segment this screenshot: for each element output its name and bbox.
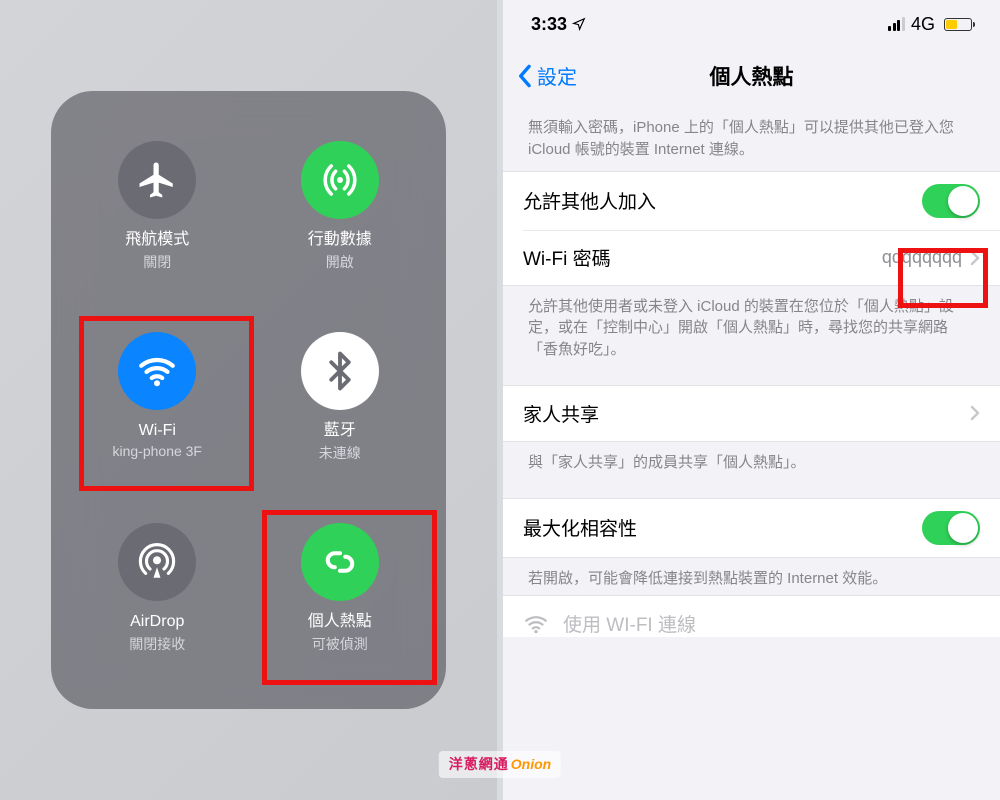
hotspot-label: 個人熱點 — [308, 612, 372, 632]
wifi-icon — [523, 611, 549, 637]
connectivity-card: 飛航模式 關閉 行動數據 開啟 Wi-Fi king-phone 3F — [51, 91, 446, 709]
airdrop-status: 關閉接收 — [129, 634, 185, 654]
bluetooth-icon — [301, 332, 379, 410]
wifi-status: king-phone 3F — [112, 443, 202, 459]
airdrop-toggle[interactable]: AirDrop 關閉接收 — [81, 523, 234, 654]
compat-group: 最大化相容性 — [503, 498, 1000, 558]
status-network: 4G — [911, 14, 935, 35]
airplane-mode-toggle[interactable]: 飛航模式 關閉 — [81, 141, 234, 272]
max-compat-toggle[interactable] — [922, 511, 980, 545]
status-time: 3:33 — [531, 14, 567, 35]
watermark-en: Onion — [511, 756, 551, 772]
wifi-connect-label: 使用 WI-FI 連線 — [563, 610, 696, 637]
page-title: 個人熱點 — [503, 61, 1000, 91]
wifi-label: Wi-Fi — [139, 421, 176, 441]
airplane-label: 飛航模式 — [125, 230, 189, 250]
status-bar: 3:33 4G — [503, 0, 1000, 48]
airdrop-icon — [118, 523, 196, 601]
chevron-right-icon — [970, 405, 980, 421]
airplane-status: 關閉 — [143, 252, 171, 272]
wifi-password-label: Wi-Fi 密碼 — [523, 244, 611, 271]
cellular-label: 行動數據 — [308, 230, 372, 250]
back-button[interactable]: 設定 — [518, 61, 577, 90]
hotspot-group: 允許其他人加入 Wi-Fi 密碼 qqqqqqqq — [503, 171, 1000, 286]
hotspot-status: 可被偵測 — [312, 634, 368, 654]
max-compat-label: 最大化相容性 — [523, 514, 637, 541]
chevron-right-icon — [970, 250, 980, 266]
family-footer: 與「家人共享」的成員共享「個人熱點」。 — [503, 442, 1000, 498]
bluetooth-toggle[interactable]: 藍牙 未連線 — [264, 332, 417, 463]
allow-others-row[interactable]: 允許其他人加入 — [503, 172, 1000, 230]
battery-icon — [944, 18, 972, 31]
location-icon — [572, 17, 586, 31]
navigation-bar: 設定 個人熱點 — [503, 48, 1000, 103]
compat-footer: 若開啟，可能會降低連接到熱點裝置的 Internet 效能。 — [503, 558, 1000, 596]
allow-others-label: 允許其他人加入 — [523, 187, 656, 214]
bluetooth-label: 藍牙 — [324, 421, 356, 441]
family-sharing-label: 家人共享 — [523, 400, 599, 427]
wifi-icon — [118, 332, 196, 410]
chevron-left-icon — [518, 64, 533, 88]
connect-group: 使用 WI-FI 連線 — [503, 595, 1000, 637]
allow-others-toggle[interactable] — [922, 184, 980, 218]
wifi-connect-row: 使用 WI-FI 連線 — [503, 596, 1000, 637]
signal-icon — [888, 17, 905, 31]
watermark-cn: 洋蔥網通 — [449, 754, 509, 774]
control-center-panel: 飛航模式 關閉 行動數據 開啟 Wi-Fi king-phone 3F — [0, 0, 497, 800]
airdrop-label: AirDrop — [130, 612, 184, 632]
section-description: 無須輸入密碼，iPhone 上的「個人熱點」可以提供其他已登入您 iCloud … — [503, 103, 1000, 171]
wifi-toggle[interactable]: Wi-Fi king-phone 3F — [81, 332, 234, 463]
wifi-password-value: qqqqqqqq — [882, 247, 962, 268]
airplane-icon — [118, 141, 196, 219]
cellular-toggle[interactable]: 行動數據 開啟 — [264, 141, 417, 272]
watermark: 洋蔥網通 Onion — [439, 751, 561, 778]
cellular-icon — [301, 141, 379, 219]
back-label: 設定 — [537, 61, 577, 90]
bluetooth-status: 未連線 — [319, 443, 361, 463]
family-sharing-row[interactable]: 家人共享 — [503, 386, 1000, 441]
max-compat-row[interactable]: 最大化相容性 — [503, 499, 1000, 557]
family-group: 家人共享 — [503, 385, 1000, 442]
settings-panel: 3:33 4G 設定 個人熱點 無須輸入密碼，iPhone 上的「個人熱點」可以… — [503, 0, 1000, 800]
personal-hotspot-toggle[interactable]: 個人熱點 可被偵測 — [264, 523, 417, 654]
wifi-password-row[interactable]: Wi-Fi 密碼 qqqqqqqq — [523, 230, 1000, 285]
section-footer: 允許其他使用者或未登入 iCloud 的裝置在您位於「個人熱點」設定，或在「控制… — [503, 286, 1000, 385]
hotspot-icon — [301, 523, 379, 601]
cellular-status: 開啟 — [326, 252, 354, 272]
